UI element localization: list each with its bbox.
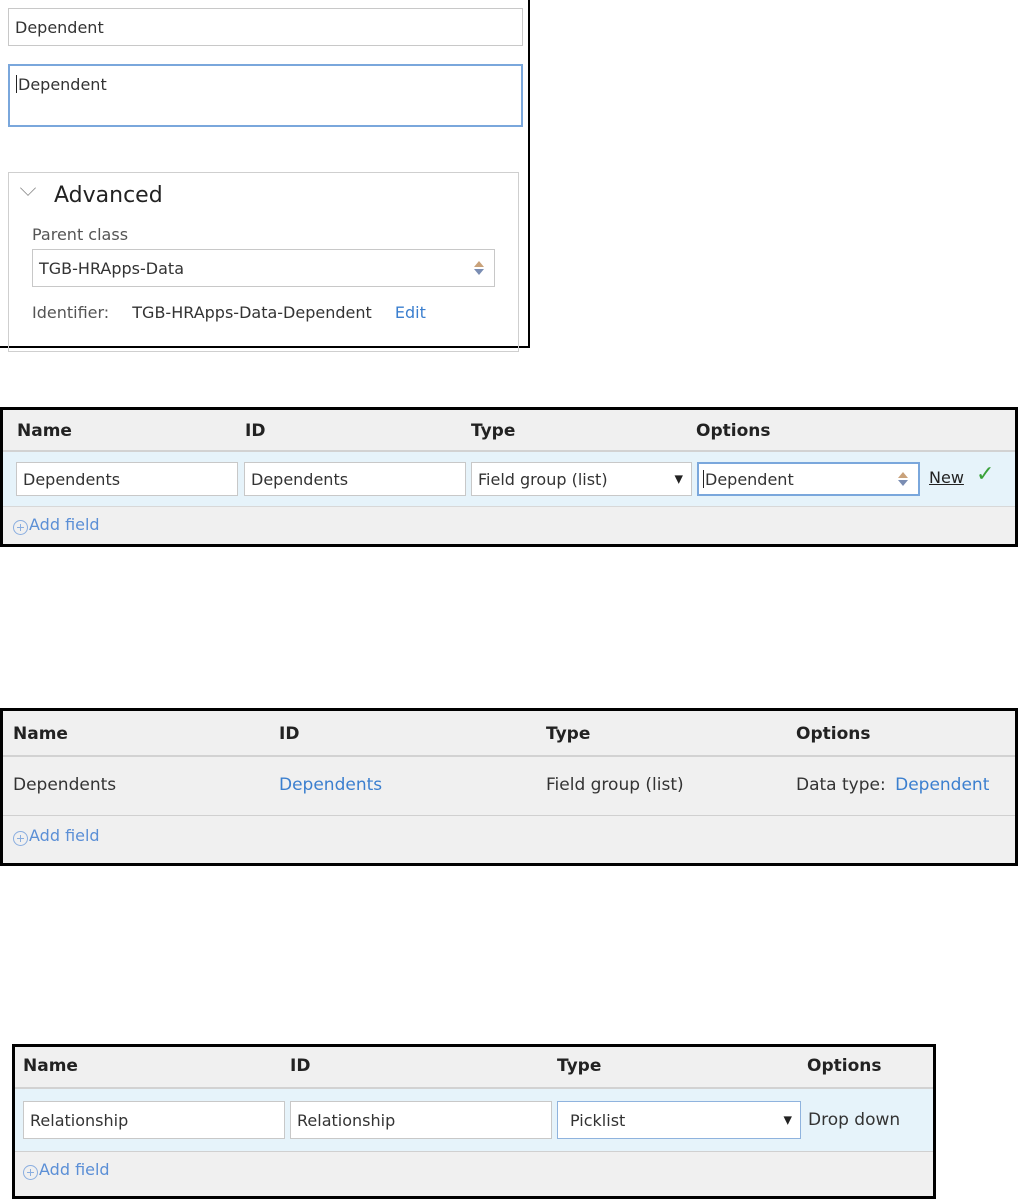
name-input[interactable]: Relationship <box>23 1101 285 1139</box>
identifier-value: TGB-HRApps-Data-Dependent <box>132 303 372 322</box>
advanced-section: Advanced Parent class TGB-HRApps-Data Id… <box>8 172 519 352</box>
field-name-text: Dependents <box>13 775 117 795</box>
data-model-table-editing: Name ID Type Options Dependents Dependen… <box>0 407 1018 547</box>
header-id: ID <box>290 1056 311 1076</box>
header-type: Type <box>557 1056 602 1076</box>
row-divider <box>3 506 1015 507</box>
table-row: Dependents Dependents Field group (list)… <box>3 757 1015 815</box>
data-model-table-saved: Name ID Type Options Dependents Dependen… <box>0 708 1018 866</box>
identifier-row: Identifier: TGB-HRApps-Data-Dependent Ed… <box>32 303 426 322</box>
description-textarea[interactable]: Dependent <box>8 64 523 127</box>
header-type: Type <box>546 724 591 744</box>
options-text: Drop down <box>808 1110 901 1130</box>
add-field-link[interactable]: Add field <box>13 514 100 535</box>
data-type-label: Data type: <box>796 775 886 795</box>
row-divider <box>15 1151 933 1152</box>
field-type-text: Field group (list) <box>546 775 684 795</box>
chevron-down-icon[interactable] <box>20 180 36 196</box>
name-input-value: Relationship <box>30 1110 129 1130</box>
add-field-label: Add field <box>29 515 100 534</box>
id-input-value: Relationship <box>297 1110 396 1130</box>
label-input-value: Dependent <box>15 17 104 37</box>
description-value: Dependent <box>18 75 107 94</box>
name-input-value: Dependents <box>23 469 121 489</box>
header-options: Options <box>696 421 771 441</box>
edit-identifier-link[interactable]: Edit <box>395 303 426 322</box>
options-value: Dependent <box>705 469 794 489</box>
parent-class-select[interactable]: TGB-HRApps-Data <box>32 249 495 287</box>
dropdown-arrow-icon: ▼ <box>783 1113 792 1127</box>
class-form-panel: Dependent Dependent Advanced Parent clas… <box>0 0 530 352</box>
options-cell: Data type: Dependent <box>796 775 989 795</box>
id-input[interactable]: Relationship <box>290 1101 552 1139</box>
text-cursor <box>703 470 704 488</box>
name-input[interactable]: Dependents <box>16 462 238 496</box>
add-field-label: Add field <box>39 1160 110 1179</box>
header-id: ID <box>279 724 300 744</box>
id-input[interactable]: Dependents <box>244 462 466 496</box>
add-field-link[interactable]: Add field <box>23 1159 110 1180</box>
spinner-arrows-icon <box>898 472 908 486</box>
type-select[interactable]: Field group (list) ▼ <box>471 462 692 496</box>
advanced-title[interactable]: Advanced <box>54 183 163 208</box>
table-row-editing: Relationship Relationship Picklist ▼ Dro… <box>15 1089 933 1151</box>
dropdown-arrow-icon: ▼ <box>674 472 683 486</box>
new-data-type-link[interactable]: New <box>929 468 964 487</box>
options-autocomplete[interactable]: Dependent <box>697 462 920 496</box>
add-circle-icon <box>13 520 28 535</box>
add-circle-icon <box>13 831 28 846</box>
identifier-label: Identifier: <box>32 303 110 322</box>
table-row-editing: Dependents Dependents Field group (list)… <box>3 452 1015 506</box>
type-select[interactable]: Picklist ▼ <box>557 1101 801 1139</box>
checkmark-icon[interactable]: ✓ <box>976 462 994 487</box>
header-name: Name <box>23 1056 78 1076</box>
data-type-link[interactable]: Dependent <box>895 775 989 795</box>
header-type: Type <box>471 421 516 441</box>
id-input-value: Dependents <box>251 469 349 489</box>
parent-class-value: TGB-HRApps-Data <box>39 258 184 278</box>
row-divider <box>3 815 1015 816</box>
header-name: Name <box>13 724 68 744</box>
header-options: Options <box>807 1056 882 1076</box>
spinner-arrows-icon <box>474 261 484 275</box>
add-field-label: Add field <box>29 826 100 845</box>
field-id-link[interactable]: Dependents <box>279 775 382 795</box>
add-circle-icon <box>23 1165 38 1180</box>
text-cursor <box>16 75 17 93</box>
label-input[interactable]: Dependent <box>8 8 523 46</box>
type-select-value: Picklist <box>570 1110 626 1130</box>
parent-class-label: Parent class <box>32 225 129 244</box>
data-model-table-picklist: Name ID Type Options Relationship Relati… <box>12 1044 936 1199</box>
header-name: Name <box>17 421 72 441</box>
header-id: ID <box>245 421 266 441</box>
add-field-link[interactable]: Add field <box>13 825 100 846</box>
type-select-value: Field group (list) <box>478 469 608 489</box>
header-options: Options <box>796 724 871 744</box>
